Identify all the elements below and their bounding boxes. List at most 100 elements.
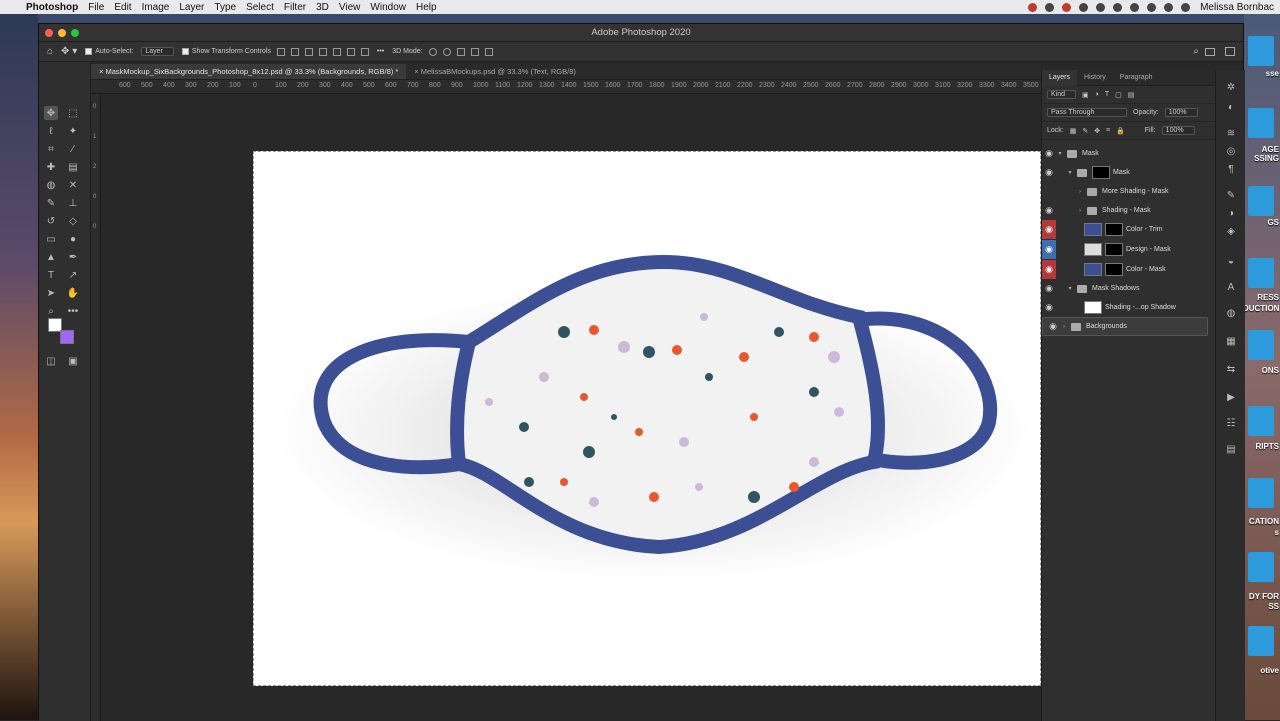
close-icon[interactable] (45, 29, 53, 37)
lasso-tool-icon[interactable]: ℓ (44, 124, 58, 138)
status-icon[interactable] (1130, 2, 1140, 12)
visibility-eye-icon[interactable]: ◉ (1042, 260, 1056, 279)
tab-layers[interactable]: Layers (1042, 69, 1078, 86)
quick-mask-icon[interactable]: ◫ (44, 354, 58, 368)
lock-all-icon[interactable]: 🔒 (1116, 127, 1125, 135)
direct-select-tool-icon[interactable]: ➤ (44, 286, 58, 300)
brush-settings-icon[interactable]: ✎ (1224, 188, 1238, 202)
kind-filter-dropdown[interactable]: Kind (1047, 90, 1077, 99)
stamp-tool-icon[interactable]: ⊥ (66, 196, 80, 210)
properties-icon[interactable]: ☷ (1224, 416, 1238, 430)
lock-artboard-icon[interactable]: ⌗ (1106, 127, 1110, 135)
adjustments-icon[interactable]: ◑ (1224, 206, 1238, 220)
desktop-folder-icon[interactable] (1248, 552, 1274, 582)
glyphs-icon[interactable]: ◍ (1224, 306, 1238, 320)
minimize-icon[interactable] (58, 29, 66, 37)
chevron-down-icon[interactable]: ▾ (1066, 285, 1074, 292)
menu-layer[interactable]: Layer (179, 2, 204, 13)
visibility-eye-icon[interactable]: ◉ (1042, 201, 1056, 220)
layer-row[interactable]: ◉ › Backgrounds (1042, 317, 1208, 336)
menu-edit[interactable]: Edit (114, 2, 131, 13)
more-options-button[interactable]: ••• (377, 48, 384, 55)
channels-icon[interactable]: ◎ (1224, 144, 1238, 158)
learn-icon[interactable]: ✲ (1224, 80, 1238, 94)
visibility-eye-icon[interactable]: ◉ (1042, 144, 1056, 163)
3d-scale-icon[interactable] (484, 47, 493, 56)
layer-row[interactable]: ◉ ▾ Mask Shadows (1042, 279, 1208, 298)
type-tool-icon[interactable]: T (44, 268, 58, 282)
layer-row[interactable]: ◉ ▾ Mask (1042, 144, 1208, 163)
auto-select-option[interactable]: Auto-Select: (85, 48, 133, 55)
canvas-area[interactable] (101, 94, 1041, 721)
search-icon[interactable]: ⌕ (1193, 46, 1199, 57)
3d-pan-icon[interactable] (456, 47, 465, 56)
visibility-eye-icon[interactable]: ◉ (1042, 279, 1056, 298)
distribute-icon[interactable] (360, 47, 369, 56)
menu-view[interactable]: View (339, 2, 361, 13)
fill-field[interactable]: 100% (1161, 126, 1195, 135)
battery-icon[interactable] (1181, 2, 1191, 12)
color-icon[interactable]: ◐ (1224, 100, 1238, 114)
play-actions-icon[interactable]: ▶ (1224, 390, 1238, 404)
opacity-field[interactable]: 100% (1164, 108, 1198, 117)
desktop-folder-icon[interactable] (1248, 36, 1274, 66)
workspace-icon[interactable] (1205, 47, 1215, 56)
desktop-folder-icon[interactable] (1248, 330, 1274, 360)
menu-3d[interactable]: 3D (316, 2, 329, 13)
3d-slide-icon[interactable] (470, 47, 479, 56)
table-icon[interactable]: ▦ (1224, 334, 1238, 348)
desktop-folder-icon[interactable] (1248, 258, 1274, 288)
filter-shape-icon[interactable]: ▢ (1115, 91, 1122, 99)
filter-smart-object-icon[interactable]: ▤ (1128, 91, 1135, 99)
navigator-icon[interactable]: ◒ (1224, 254, 1238, 268)
chevron-right-icon[interactable]: › (1060, 324, 1068, 330)
background-color-swatch[interactable] (60, 330, 74, 344)
layer-row[interactable]: ◉ Color - Mask (1042, 260, 1208, 279)
history-brush-tool-icon[interactable]: ↺ (44, 214, 58, 228)
menu-file[interactable]: File (88, 2, 104, 13)
healing-tool-icon[interactable]: ✚ (44, 160, 58, 174)
magic-wand-tool-icon[interactable]: ✦ (66, 124, 80, 138)
tab-history[interactable]: History (1077, 70, 1113, 86)
lock-pixels-icon[interactable]: ▦ (1070, 127, 1077, 135)
tab-maskmockup[interactable]: × MaskMockup_SixBackgrounds_Photoshop_8x… (91, 64, 407, 79)
chevron-right-icon[interactable]: › (1076, 189, 1084, 195)
chevron-right-icon[interactable]: › (1076, 208, 1084, 214)
tab-paragraph[interactable]: Paragraph (1113, 70, 1160, 86)
status-icon[interactable] (1062, 2, 1072, 12)
lock-paint-icon[interactable]: ✎ (1082, 127, 1088, 135)
align-top-icon[interactable] (318, 47, 327, 56)
menu-help[interactable]: Help (416, 2, 437, 13)
chevron-down-icon[interactable]: ▾ (1056, 150, 1064, 157)
screen-mode-icon[interactable]: ▣ (66, 354, 80, 368)
layer-row[interactable]: ◉ › Shading - Mask (1042, 201, 1208, 220)
path-selection-tool-icon[interactable]: ↗ (66, 268, 80, 282)
menu-filter[interactable]: Filter (284, 2, 306, 13)
menu-type[interactable]: Type (214, 2, 236, 13)
user-name[interactable]: Melissa Bornbac (1200, 2, 1274, 13)
crop-tool-icon[interactable]: ⌗ (44, 142, 58, 156)
show-transform-checkbox[interactable] (181, 48, 189, 55)
lock-position-icon[interactable]: ✥ (1094, 127, 1100, 135)
spot-tool-icon[interactable]: ◍ (44, 178, 58, 192)
hand-tool-icon[interactable]: ✋ (66, 286, 80, 300)
status-icon[interactable] (1079, 2, 1089, 12)
more-tools-icon[interactable]: ••• (66, 304, 80, 318)
blur-tool-icon[interactable]: ● (66, 232, 80, 246)
status-icon[interactable] (1096, 2, 1106, 12)
dodge-tool-icon[interactable]: ▲ (44, 250, 58, 264)
layer-row[interactable]: ◉ Shading -...op Shadow (1042, 298, 1208, 317)
tab-melissabmockups[interactable]: × MelissaBMockups.psd @ 33.3% (Text, RGB… (406, 64, 584, 79)
blend-mode-dropdown[interactable]: Pass Through (1047, 108, 1127, 117)
desktop-folder-icon[interactable] (1248, 626, 1274, 656)
pen-tool-icon[interactable]: ✒ (66, 250, 80, 264)
menu-select[interactable]: Select (246, 2, 274, 13)
visibility-eye-icon[interactable]: ◉ (1042, 163, 1056, 182)
layers-icon[interactable]: ≋ (1224, 126, 1238, 140)
styles-icon[interactable]: ◈ (1224, 224, 1238, 238)
auto-select-checkbox[interactable] (85, 48, 93, 55)
eyedropper-tool-icon[interactable]: ⁄ (66, 142, 80, 156)
align-right-icon[interactable] (304, 47, 313, 56)
menu-image[interactable]: Image (142, 2, 170, 13)
move-tool-icon[interactable]: ✥ (44, 106, 58, 120)
